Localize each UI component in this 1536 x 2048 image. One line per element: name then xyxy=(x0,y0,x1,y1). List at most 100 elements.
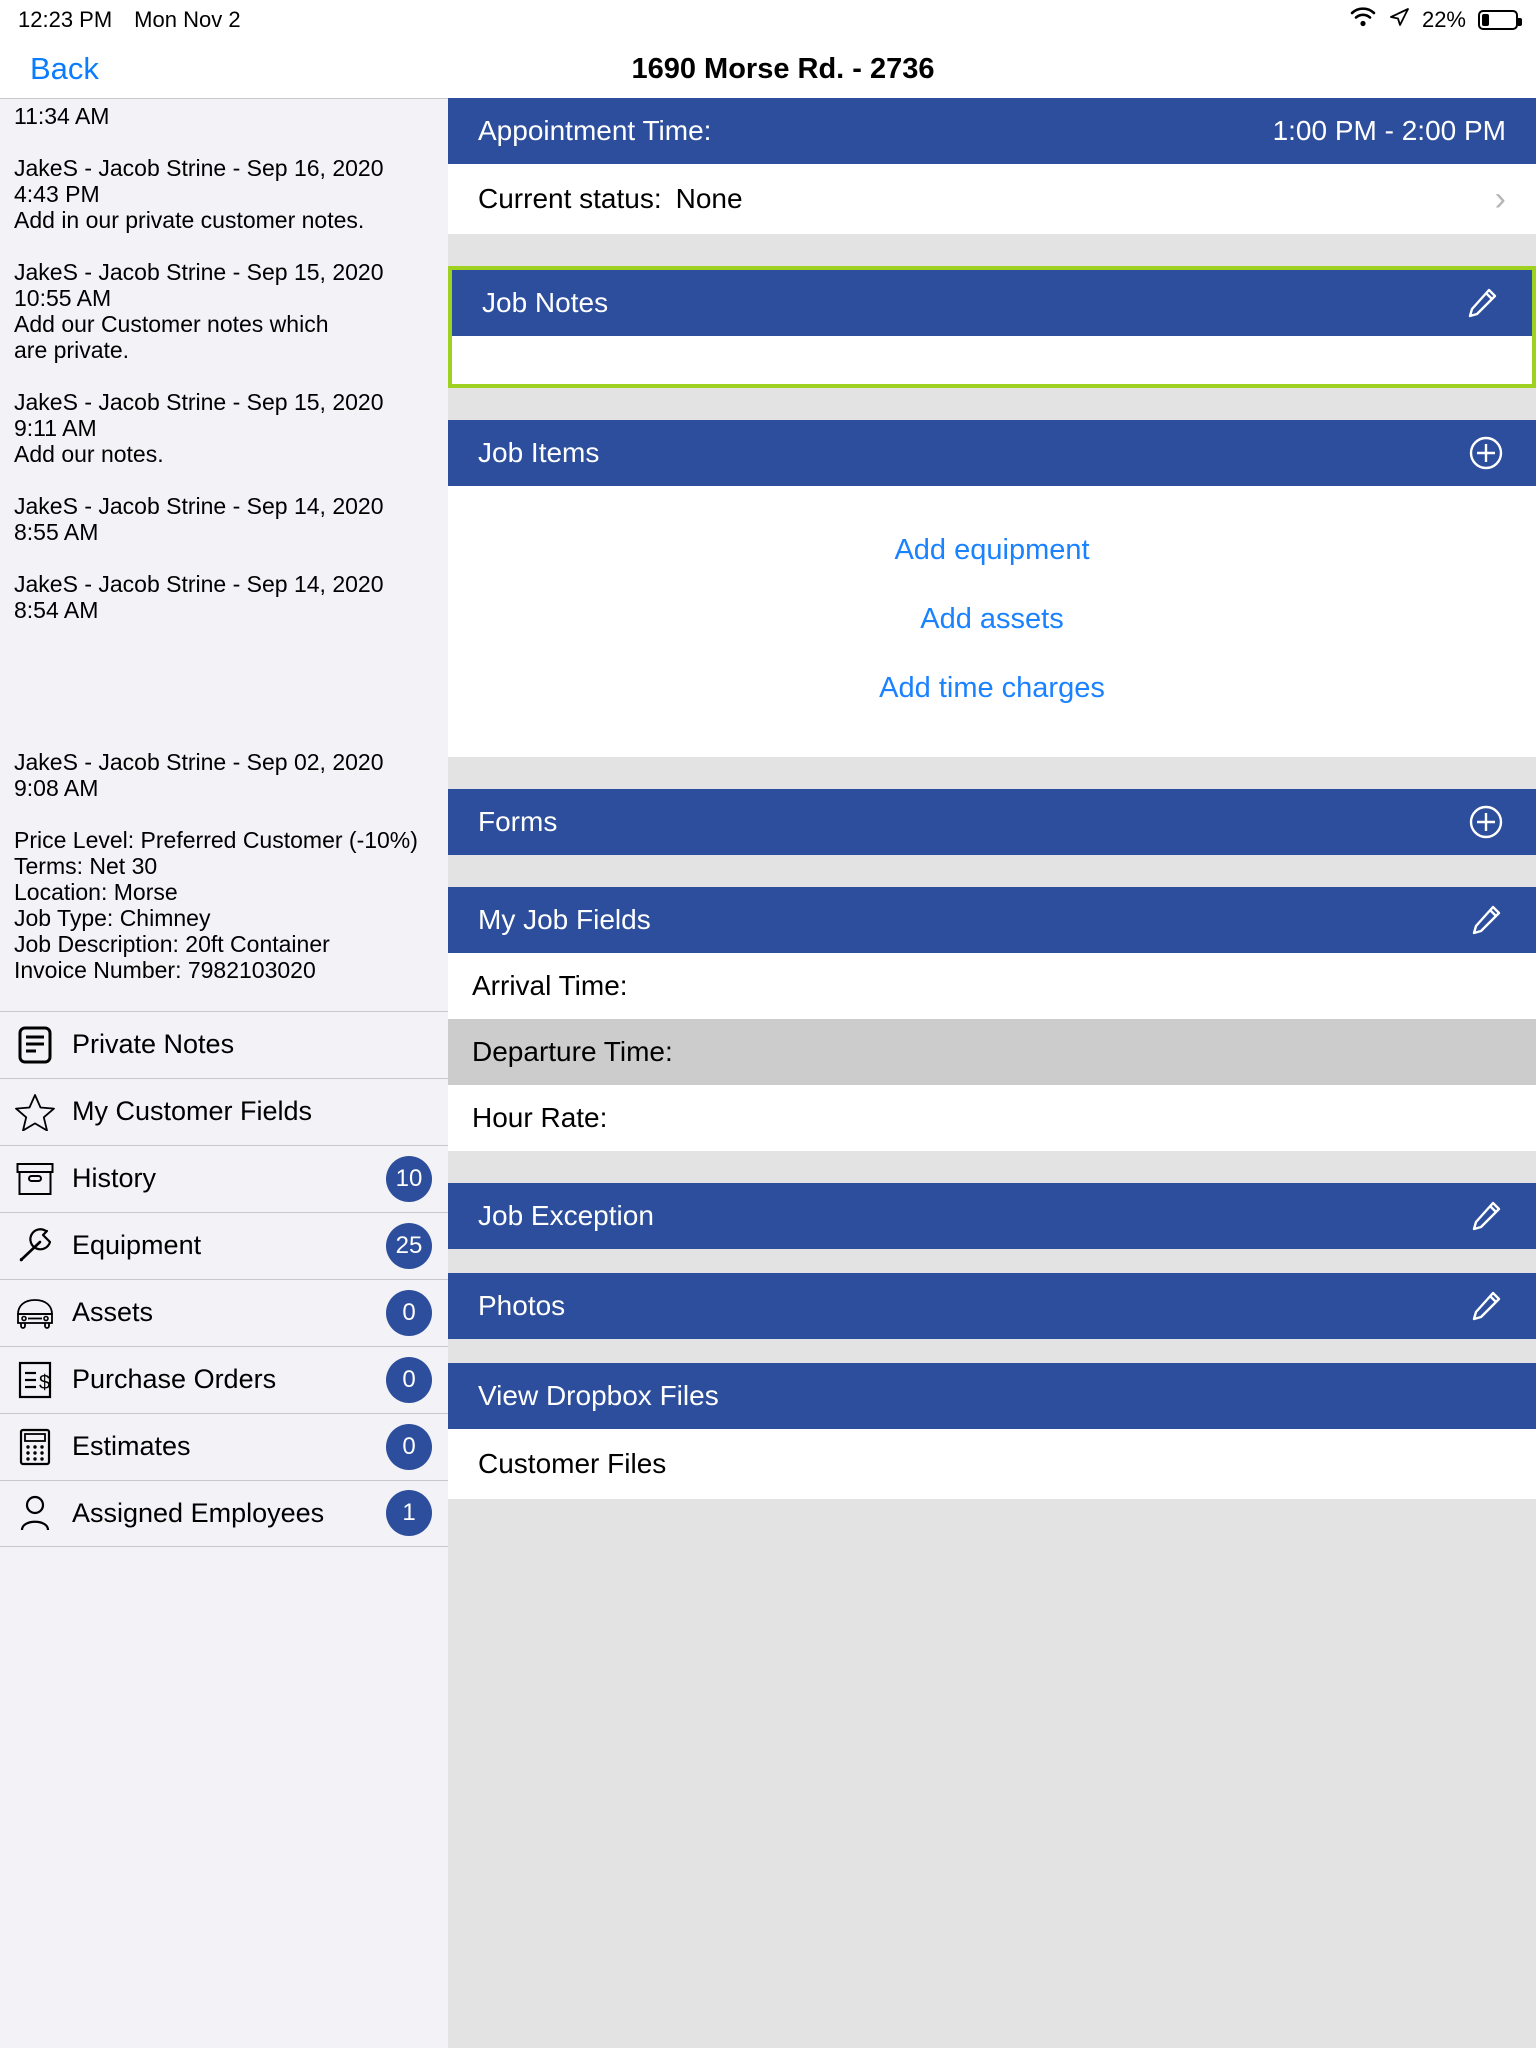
sidebar[interactable]: 11:34 AM JakeS - Jacob Strine - Sep 16, … xyxy=(0,98,448,2048)
job-notes-body[interactable] xyxy=(452,336,1532,384)
note-entry: 11:34 AM xyxy=(14,103,110,129)
appointment-time-value: 1:00 PM - 2:00 PM xyxy=(1272,115,1506,146)
note-entry: JakeS - Jacob Strine - Sep 16, 2020 4:43… xyxy=(14,154,384,233)
sidebar-item-label: Equipment xyxy=(72,1230,202,1261)
departure-time-row[interactable]: Departure Time: xyxy=(448,1019,1536,1085)
hour-rate-row[interactable]: Hour Rate: xyxy=(448,1085,1536,1151)
page-title: 1690 Morse Rd. - 2736 xyxy=(631,52,935,85)
add-time-charges-link[interactable]: Add time charges xyxy=(448,654,1536,723)
svg-text:$: $ xyxy=(39,1372,50,1394)
note-entry: JakeS - Jacob Strine - Sep 14, 2020 8:54… xyxy=(14,570,384,623)
sidebar-item-label: Assets xyxy=(72,1297,154,1328)
status-time: 12:23 PM xyxy=(18,7,113,32)
status-bar: 12:23 PM Mon Nov 2 22% xyxy=(0,0,1536,40)
sidebar-item-label: Estimates xyxy=(72,1431,191,1462)
sidebar-item-equipment[interactable]: Equipment 25 xyxy=(0,1211,448,1279)
status-bar-left: 12:23 PM Mon Nov 2 xyxy=(18,7,241,33)
note-entry: JakeS - Jacob Strine - Sep 15, 2020 9:11… xyxy=(14,388,384,467)
my-job-fields-title: My Job Fields xyxy=(478,904,651,935)
pencil-icon[interactable] xyxy=(1462,283,1502,323)
add-equipment-link[interactable]: Add equipment xyxy=(448,516,1536,585)
sidebar-item-estimates[interactable]: Estimates 0 xyxy=(0,1412,448,1480)
star-icon xyxy=(14,1091,56,1133)
note-entry: JakeS - Jacob Strine - Sep 02, 2020 9:08… xyxy=(14,748,384,801)
job-items-body: Add equipment Add assets Add time charge… xyxy=(448,486,1536,757)
sidebar-item-private-notes[interactable]: Private Notes xyxy=(0,1010,448,1078)
wifi-icon xyxy=(1350,7,1376,33)
pencil-icon[interactable] xyxy=(1466,900,1506,940)
notes-document-icon xyxy=(14,1024,56,1066)
sidebar-menu: Private Notes My Customer Fields History… xyxy=(0,1010,448,1547)
status-bar-right: 22% xyxy=(1350,6,1522,34)
arrival-time-row[interactable]: Arrival Time: xyxy=(448,953,1536,1019)
current-status-value: None xyxy=(675,183,743,214)
pencil-icon[interactable] xyxy=(1466,1286,1506,1326)
status-badge: 1 xyxy=(386,1490,432,1537)
status-badge: 25 xyxy=(386,1222,432,1269)
status-badge: 10 xyxy=(386,1155,432,1202)
forms-title: Forms xyxy=(478,806,558,837)
plus-circle-icon[interactable] xyxy=(1466,433,1506,473)
customer-files-row[interactable]: Customer Files xyxy=(448,1429,1536,1499)
battery-percent: 22% xyxy=(1421,7,1466,32)
job-notes-header: Job Notes xyxy=(452,270,1532,336)
job-items-title: Job Items xyxy=(478,437,600,468)
sidebar-item-assigned-employees[interactable]: Assigned Employees 1 xyxy=(0,1479,448,1547)
job-notes-section: Job Notes xyxy=(448,266,1536,388)
section-gap xyxy=(448,1339,1536,1363)
customer-notes-list: 11:34 AM JakeS - Jacob Strine - Sep 16, … xyxy=(0,103,448,801)
photos-header: Photos xyxy=(448,1273,1536,1339)
dropbox-title: View Dropbox Files xyxy=(478,1380,719,1411)
my-job-fields-header: My Job Fields xyxy=(448,887,1536,953)
content-split: 11:34 AM JakeS - Jacob Strine - Sep 16, … xyxy=(0,98,1536,2048)
sidebar-item-label: Purchase Orders xyxy=(72,1364,277,1395)
sidebar-item-purchase-orders[interactable]: $ Purchase Orders 0 xyxy=(0,1345,448,1413)
note-entry: JakeS - Jacob Strine - Sep 14, 2020 8:55… xyxy=(14,492,384,545)
current-status-label: Current status: xyxy=(478,183,662,214)
customer-files-label: Customer Files xyxy=(478,1448,667,1479)
section-gap xyxy=(448,1151,1536,1183)
back-button[interactable]: Back xyxy=(30,51,99,87)
pencil-icon[interactable] xyxy=(1466,1196,1506,1236)
section-gap xyxy=(448,757,1536,789)
section-gap xyxy=(448,855,1536,887)
section-gap xyxy=(448,388,1536,420)
battery-icon xyxy=(1478,10,1522,30)
job-exception-header: Job Exception xyxy=(448,1183,1536,1249)
wrench-icon xyxy=(14,1225,56,1267)
status-date: Mon Nov 2 xyxy=(134,7,241,32)
chevron-right-icon: › xyxy=(1494,179,1506,218)
photos-title: Photos xyxy=(478,1290,566,1321)
dropbox-header[interactable]: View Dropbox Files xyxy=(448,1363,1536,1429)
current-status-row[interactable]: Current status: None › xyxy=(448,164,1536,234)
person-icon xyxy=(14,1492,56,1534)
vehicle-icon xyxy=(14,1292,56,1334)
archive-box-icon xyxy=(14,1158,56,1200)
job-notes-title: Job Notes xyxy=(482,287,609,318)
job-detail-panel: Appointment Time: 1:00 PM - 2:00 PM Curr… xyxy=(448,98,1536,2048)
add-assets-link[interactable]: Add assets xyxy=(448,585,1536,654)
location-arrow-icon xyxy=(1388,6,1410,34)
status-badge: 0 xyxy=(386,1423,432,1470)
sidebar-item-label: History xyxy=(72,1163,157,1194)
appointment-time-header: Appointment Time: 1:00 PM - 2:00 PM xyxy=(448,98,1536,164)
plus-circle-icon[interactable] xyxy=(1466,802,1506,842)
nav-bar: Back 1690 Morse Rd. - 2736 xyxy=(0,40,1536,98)
sidebar-item-history[interactable]: History 10 xyxy=(0,1144,448,1212)
invoice-dollar-icon: $ xyxy=(14,1359,56,1401)
status-badge: 0 xyxy=(386,1356,432,1403)
job-meta-summary: Price Level: Preferred Customer (-10%) T… xyxy=(14,826,418,983)
appointment-time-label: Appointment Time: xyxy=(478,115,712,146)
section-gap xyxy=(448,234,1536,266)
job-items-header: Job Items xyxy=(448,420,1536,486)
sidebar-item-label: My Customer Fields xyxy=(72,1096,313,1127)
sidebar-item-assets[interactable]: Assets 0 xyxy=(0,1278,448,1346)
sidebar-item-my-customer-fields[interactable]: My Customer Fields xyxy=(0,1077,448,1145)
sidebar-item-label: Private Notes xyxy=(72,1029,235,1060)
note-entry: JakeS - Jacob Strine - Sep 15, 2020 10:5… xyxy=(14,258,384,363)
section-gap xyxy=(448,1249,1536,1273)
note-entry-blank xyxy=(14,649,434,723)
calculator-icon xyxy=(14,1426,56,1468)
section-gap xyxy=(448,1499,1536,1523)
forms-header: Forms xyxy=(448,789,1536,855)
